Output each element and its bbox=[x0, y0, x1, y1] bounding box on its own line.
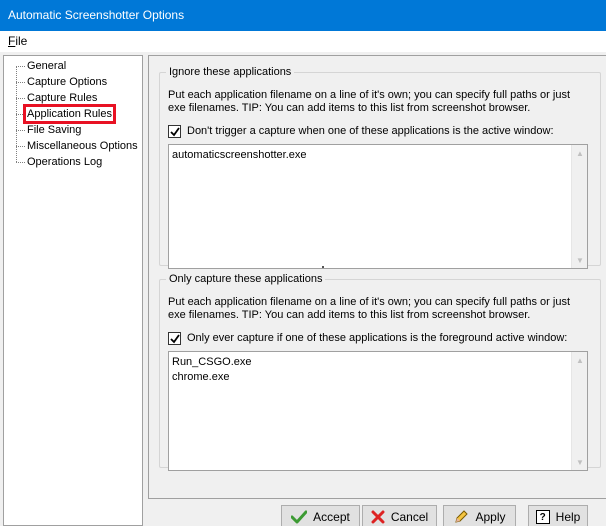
only-apps-list[interactable]: Run_CSGO.exe chrome.exe ▲ ▼ bbox=[168, 351, 588, 471]
ignore-apps-entry: automaticscreenshotter.exe bbox=[172, 149, 307, 161]
options-tree: General Capture Options Capture Rules Ap… bbox=[3, 55, 143, 526]
apply-button-label: Apply bbox=[475, 510, 506, 524]
help-button-label: Help bbox=[555, 510, 581, 524]
menu-file-label: ile bbox=[15, 34, 28, 48]
tree-item-capture-rules[interactable]: Capture Rules bbox=[16, 90, 97, 106]
cancel-button-label: Cancel bbox=[390, 510, 429, 524]
tree-item-operations-log[interactable]: Operations Log bbox=[16, 154, 102, 170]
ignore-apps-group: Ignore these applications Put each appli… bbox=[159, 66, 601, 269]
accept-button-label: Accept bbox=[313, 510, 350, 524]
tree-item-label: Capture Options bbox=[27, 76, 108, 88]
ignore-apps-checkbox[interactable] bbox=[168, 124, 181, 138]
apply-button[interactable]: Apply bbox=[443, 505, 516, 526]
tree-item-capture-options[interactable]: Capture Options bbox=[16, 74, 107, 90]
checkmark-icon bbox=[170, 126, 180, 136]
tree-item-label: Operations Log bbox=[27, 156, 103, 168]
window-title: Automatic Screenshotter Options bbox=[8, 8, 185, 22]
scroll-down-arrow-icon[interactable]: ▼ bbox=[572, 252, 588, 268]
window-titlebar: Automatic Screenshotter Options bbox=[0, 0, 606, 31]
panel-divider-marker bbox=[322, 266, 324, 268]
ignore-apps-scrollbar[interactable]: ▲ ▼ bbox=[571, 145, 587, 268]
tree-item-label: Application Rules bbox=[23, 104, 116, 124]
only-apps-group: Only capture these applications Put each… bbox=[159, 273, 601, 471]
scroll-up-arrow-icon[interactable]: ▲ bbox=[572, 352, 588, 368]
cancel-button[interactable]: Cancel bbox=[362, 505, 437, 526]
only-apps-group-title: Only capture these applications bbox=[169, 273, 323, 285]
tree-item-file-saving[interactable]: File Saving bbox=[16, 122, 81, 138]
menu-file[interactable]: File bbox=[8, 34, 27, 48]
accept-button[interactable]: Accept bbox=[281, 505, 360, 526]
only-apps-help-text: Put each application filename on a line … bbox=[168, 296, 570, 321]
ignore-apps-help-text: Put each application filename on a line … bbox=[168, 89, 570, 114]
only-apps-entry: chrome.exe bbox=[172, 371, 230, 383]
menu-bar: File bbox=[0, 31, 606, 52]
checkmark-icon bbox=[291, 510, 308, 524]
only-apps-checkbox-row[interactable]: Only ever capture if one of these applic… bbox=[168, 331, 567, 345]
only-apps-checkbox-label: Only ever capture if one of these applic… bbox=[187, 332, 568, 344]
ignore-apps-group-title: Ignore these applications bbox=[169, 66, 292, 78]
tree-item-label: General bbox=[27, 60, 67, 72]
settings-panel: Ignore these applications Put each appli… bbox=[148, 55, 606, 499]
only-apps-entry: Run_CSGO.exe bbox=[172, 356, 252, 368]
checkmark-icon bbox=[170, 333, 180, 343]
help-question-icon: ? bbox=[535, 510, 550, 524]
scroll-down-arrow-icon[interactable]: ▼ bbox=[572, 454, 588, 470]
only-apps-checkbox[interactable] bbox=[168, 331, 181, 345]
red-x-icon bbox=[371, 510, 385, 524]
pencil-icon bbox=[453, 509, 469, 525]
tree-item-general[interactable]: General bbox=[16, 58, 66, 74]
scroll-up-arrow-icon[interactable]: ▲ bbox=[572, 145, 588, 161]
tree-item-label: File Saving bbox=[27, 124, 82, 136]
tree-item-label: Capture Rules bbox=[27, 92, 98, 104]
tree-item-miscellaneous-options[interactable]: Miscellaneous Options bbox=[16, 138, 138, 154]
ignore-apps-checkbox-row[interactable]: Don't trigger a capture when one of thes… bbox=[168, 124, 554, 138]
ignore-apps-list[interactable]: automaticscreenshotter.exe ▲ ▼ bbox=[168, 144, 588, 269]
tree-item-label: Miscellaneous Options bbox=[27, 140, 138, 152]
help-button[interactable]: ? Help bbox=[528, 505, 588, 526]
ignore-apps-checkbox-label: Don't trigger a capture when one of thes… bbox=[187, 125, 554, 137]
tree-item-application-rules[interactable]: Application Rules bbox=[16, 104, 116, 124]
only-apps-scrollbar[interactable]: ▲ ▼ bbox=[571, 352, 587, 470]
dialog-button-bar: Accept Cancel Apply ? Help bbox=[148, 499, 606, 526]
